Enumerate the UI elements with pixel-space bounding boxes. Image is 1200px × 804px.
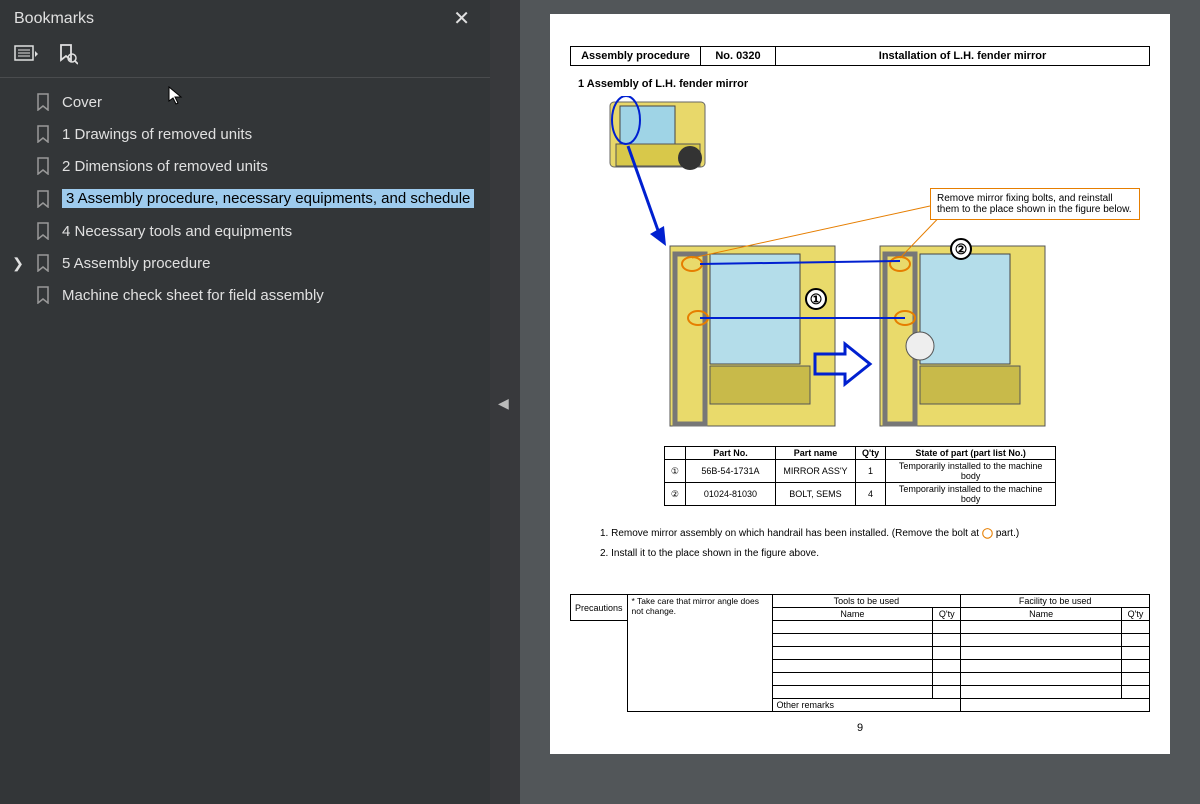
bookmark-label: 3 Assembly procedure, necessary equipmen…: [62, 189, 474, 208]
callout-number-1: ①: [805, 288, 827, 310]
options-icon[interactable]: [14, 43, 38, 67]
bookmark-label: 4 Necessary tools and equipments: [62, 223, 292, 240]
bookmark-label: Machine check sheet for field assembly: [62, 287, 324, 304]
document-page: Assembly procedure No. 0320 Installation…: [550, 14, 1170, 754]
bookmark-label: 2 Dimensions of removed units: [62, 158, 268, 175]
illustration-area: Remove mirror fixing bolts, and reinstal…: [570, 96, 1150, 436]
bookmarks-panel: Bookmarks ✕ Cover: [0, 0, 490, 804]
bookmark-item[interactable]: 2 Dimensions of removed units: [0, 150, 490, 182]
bookmark-item[interactable]: 1 Drawings of removed units: [0, 118, 490, 150]
bookmark-label: 1 Drawings of removed units: [62, 126, 252, 143]
steps-text: 1. Remove mirror assembly on which handr…: [600, 524, 1150, 564]
table-row: ② 01024-81030 BOLT, SEMS 4 Temporarily i…: [664, 483, 1055, 506]
orange-circle-icon: ◯: [982, 528, 993, 539]
bookmarks-toolbar: [0, 35, 490, 78]
hdr-col2: No. 0320: [701, 47, 776, 66]
find-bookmark-icon[interactable]: [56, 43, 80, 67]
hdr-col3: Installation of L.H. fender mirror: [776, 47, 1150, 66]
bookmark-icon: [34, 222, 52, 240]
bookmark-label: Cover: [62, 94, 102, 111]
bookmark-item-selected[interactable]: 3 Assembly procedure, necessary equipmen…: [0, 182, 490, 215]
bookmark-icon: [34, 93, 52, 111]
table-row: ① 56B-54-1731A MIRROR ASS'Y 1 Temporaril…: [664, 460, 1055, 483]
bookmark-item[interactable]: Machine check sheet for field assembly: [0, 279, 490, 311]
tools-facility-table: Precautions * Take care that mirror angl…: [570, 594, 1150, 712]
callout-note: Remove mirror fixing bolts, and reinstal…: [930, 188, 1140, 220]
bookmark-item[interactable]: 4 Necessary tools and equipments: [0, 215, 490, 247]
bookmark-icon: [34, 190, 52, 208]
bookmark-icon: [34, 157, 52, 175]
panel-gutter: ◀: [490, 0, 520, 804]
section-heading: 1 Assembly of L.H. fender mirror: [578, 78, 1150, 90]
page-number: 9: [570, 722, 1150, 734]
bookmark-icon: [34, 254, 52, 272]
diagram-svg: [570, 96, 1150, 436]
bookmark-icon: [34, 125, 52, 143]
document-viewport[interactable]: Assembly procedure No. 0320 Installation…: [520, 0, 1200, 804]
callout-number-2: ②: [950, 238, 972, 260]
parts-table: Part No. Part name Q'ty State of part (p…: [664, 446, 1056, 506]
bookmark-item-expandable[interactable]: ❯ 5 Assembly procedure: [0, 247, 490, 279]
panel-title: Bookmarks: [14, 10, 94, 28]
bookmark-item[interactable]: Cover: [0, 86, 490, 118]
bookmarks-list: Cover 1 Drawings of removed units 2 Dime…: [0, 78, 490, 319]
header-table: Assembly procedure No. 0320 Installation…: [570, 46, 1150, 66]
close-icon[interactable]: ✕: [447, 6, 476, 31]
collapse-arrow-icon[interactable]: ◀: [498, 395, 509, 412]
bookmark-icon: [34, 286, 52, 304]
bookmark-label: 5 Assembly procedure: [62, 255, 210, 272]
chevron-right-icon[interactable]: ❯: [12, 255, 24, 272]
hdr-col1: Assembly procedure: [571, 47, 701, 66]
